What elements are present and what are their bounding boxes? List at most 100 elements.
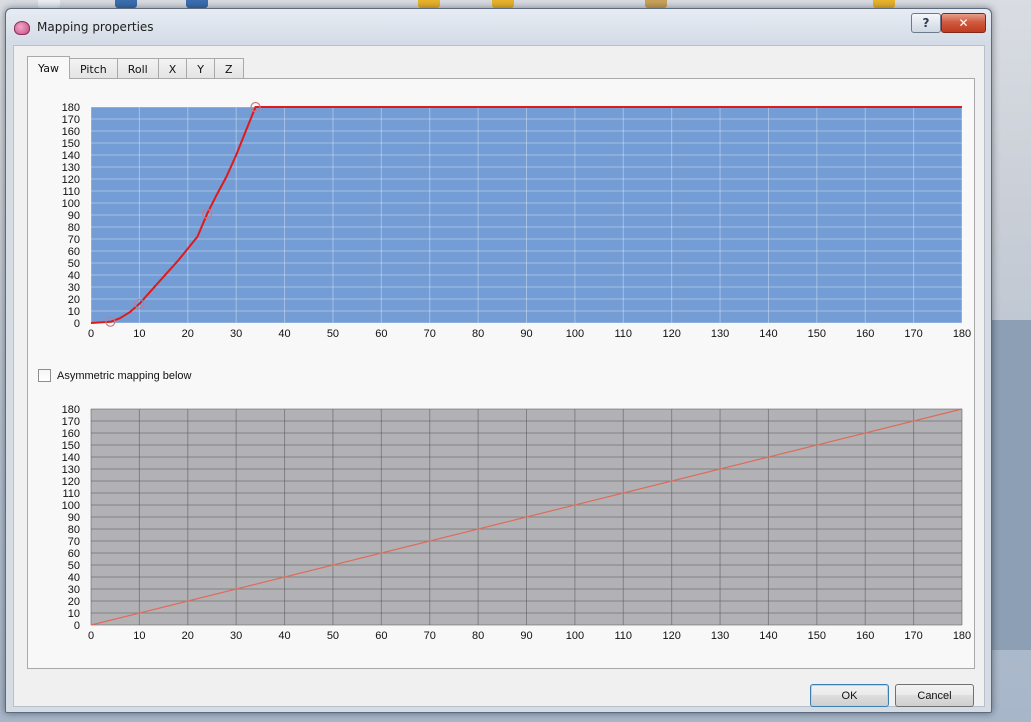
dialog-client-area: Yaw Pitch Roll X Y Z 0 10 20 30 40 50 60 70 80 90…: [13, 45, 985, 707]
x-tick-label: 110: [615, 328, 633, 340]
y-tick-label: 0: [74, 620, 80, 632]
x-tick-label: 90: [520, 328, 532, 340]
y-tick-label: 170: [62, 416, 80, 428]
x-tick-label: 20: [182, 328, 194, 340]
y-tick-label: 160: [62, 126, 80, 138]
y-tick-label: 130: [62, 464, 80, 476]
x-tick-label: 30: [230, 328, 242, 340]
desktop-file-icon: [38, 0, 60, 8]
y-tick-label: 120: [62, 476, 80, 488]
x-tick-label: 80: [472, 630, 484, 642]
x-tick-label: 0: [88, 630, 94, 642]
y-tick-label: 50: [68, 560, 80, 572]
y-tick-label: 100: [62, 500, 80, 512]
window-title: Mapping properties: [37, 20, 154, 34]
y-tick-label: 60: [68, 548, 80, 560]
tab-yaw[interactable]: Yaw: [27, 56, 70, 79]
x-tick-label: 170: [904, 328, 922, 340]
x-tick-label: 180: [953, 630, 971, 642]
desktop-computer-icon: [115, 0, 137, 8]
tab-pitch[interactable]: Pitch: [68, 58, 118, 79]
x-tick-label: 60: [375, 328, 387, 340]
x-tick-label: 160: [856, 630, 874, 642]
y-tick-label: 150: [62, 138, 80, 150]
x-tick-label: 120: [662, 328, 680, 340]
y-tick-label: 80: [68, 524, 80, 536]
y-tick-label: 70: [68, 536, 80, 548]
y-tick-label: 80: [68, 222, 80, 234]
x-tick-label: 40: [278, 328, 290, 340]
x-tick-label: 50: [327, 630, 339, 642]
asymmetric-mapping-checkbox[interactable]: [38, 369, 51, 382]
x-tick-label: 100: [566, 328, 584, 340]
desktop-folder-icon: [645, 0, 667, 8]
tab-y[interactable]: Y: [186, 58, 216, 79]
x-tick-label: 130: [711, 328, 729, 340]
mapping-curve-chart[interactable]: 0102030405060708090100110120130140150160…: [41, 101, 971, 341]
y-tick-label: 120: [62, 174, 80, 186]
y-tick-label: 20: [68, 596, 80, 608]
tab-x[interactable]: X: [157, 58, 188, 79]
x-tick-label: 10: [133, 630, 145, 642]
title-bar[interactable]: Mapping properties ? ✕: [6, 9, 991, 45]
axis-tabs: Yaw Pitch Roll X Y Z: [27, 56, 244, 79]
x-tick-label: 60: [375, 630, 387, 642]
y-tick-label: 110: [62, 488, 80, 500]
app-icon: [14, 21, 30, 35]
y-tick-label: 170: [62, 114, 80, 126]
x-tick-label: 130: [711, 630, 729, 642]
x-tick-label: 70: [424, 630, 436, 642]
desktop-computer-icon: [186, 0, 208, 8]
y-tick-label: 40: [68, 270, 80, 282]
x-tick-label: 10: [133, 328, 145, 340]
x-tick-label: 110: [615, 630, 633, 642]
mapping-curve-editor[interactable]: 0 10 20 30 40 50 60 70 80 90 100 110 120 130 140 150 160…: [41, 101, 971, 341]
asymmetric-mapping-row[interactable]: Asymmetric mapping below: [38, 369, 192, 382]
x-tick-label: 20: [182, 630, 194, 642]
x-tick-label: 70: [424, 328, 436, 340]
y-tick-label: 50: [68, 258, 80, 270]
x-tick-label: 160: [856, 328, 874, 340]
desktop-folder-icon: [873, 0, 895, 8]
y-tick-label: 10: [68, 608, 80, 620]
y-tick-label: 130: [62, 162, 80, 174]
y-tick-label: 70: [68, 234, 80, 246]
ok-button[interactable]: OK: [810, 684, 889, 707]
x-tick-label: 140: [759, 630, 777, 642]
y-tick-label: 180: [62, 404, 80, 416]
cancel-button[interactable]: Cancel: [895, 684, 974, 707]
help-button[interactable]: ?: [911, 13, 941, 33]
tab-panel-yaw: 0 10 20 30 40 50 60 70 80 90 100 110 120 130 140 150 160…: [27, 78, 975, 669]
y-tick-label: 60: [68, 246, 80, 258]
close-icon: ✕: [958, 16, 969, 30]
y-tick-label: 150: [62, 440, 80, 452]
tab-z[interactable]: Z: [214, 58, 244, 79]
y-tick-label: 160: [62, 428, 80, 440]
x-tick-label: 100: [566, 630, 584, 642]
x-tick-label: 40: [278, 630, 290, 642]
y-tick-label: 140: [62, 150, 80, 162]
close-button[interactable]: ✕: [941, 13, 986, 33]
desktop-wallpaper: [991, 320, 1031, 650]
y-tick-label: 40: [68, 572, 80, 584]
x-tick-label: 180: [953, 328, 971, 340]
y-tick-label: 110: [62, 186, 80, 198]
y-tick-label: 180: [62, 102, 80, 114]
y-tick-label: 90: [68, 210, 80, 222]
y-tick-label: 0: [74, 318, 80, 330]
x-tick-label: 0: [88, 328, 94, 340]
asymmetric-curve-editor: 0 10 20 30 40 50 60 70 80 90 100 110 120 130 140 150 160…: [41, 403, 971, 643]
asymmetric-mapping-label: Asymmetric mapping below: [57, 369, 192, 382]
x-tick-label: 120: [662, 630, 680, 642]
x-tick-label: 80: [472, 328, 484, 340]
y-tick-label: 20: [68, 294, 80, 306]
tab-roll[interactable]: Roll: [116, 58, 159, 79]
asymmetric-curve-chart: 0102030405060708090100110120130140150160…: [62, 404, 971, 642]
x-tick-label: 90: [520, 630, 532, 642]
y-tick-label: 10: [68, 306, 80, 318]
x-tick-label: 150: [808, 328, 826, 340]
x-tick-label: 170: [904, 630, 922, 642]
mapping-properties-dialog: Mapping properties ? ✕ Yaw Pitch Roll X …: [5, 8, 992, 713]
x-tick-label: 140: [759, 328, 777, 340]
y-tick-label: 140: [62, 452, 80, 464]
